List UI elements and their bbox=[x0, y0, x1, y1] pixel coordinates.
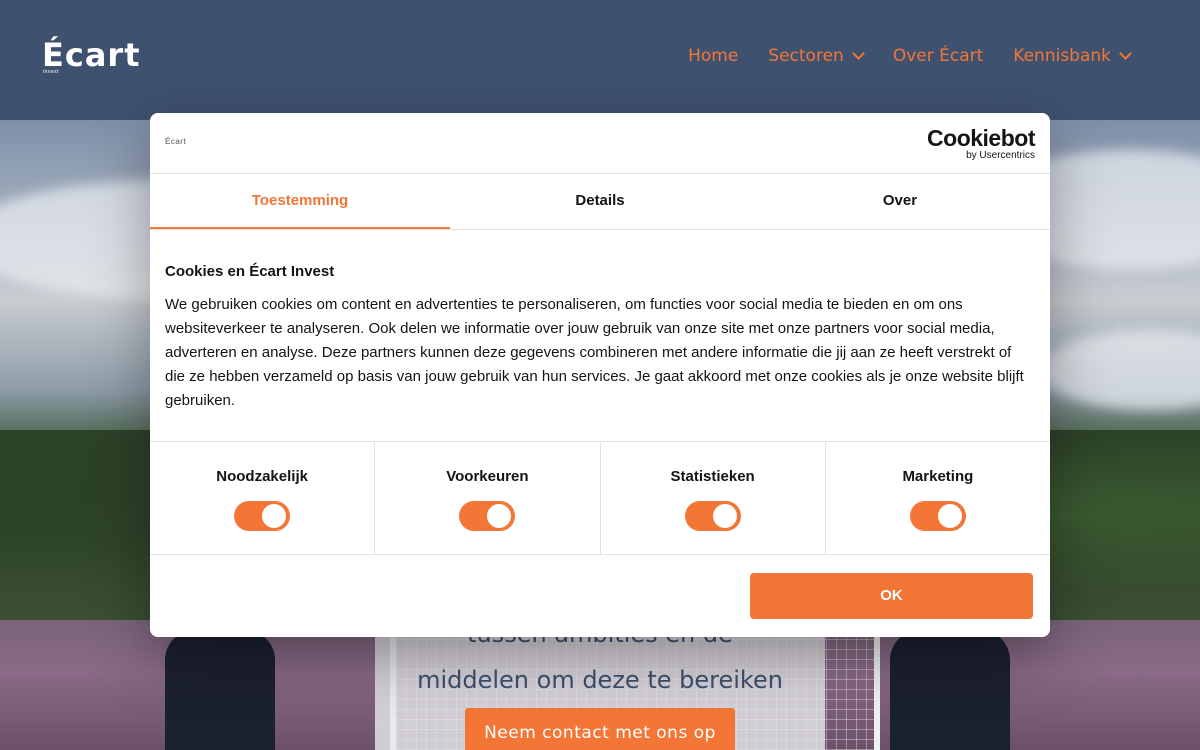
toggle-label: Noodzakelijk bbox=[216, 468, 308, 485]
site-header: Écart invest Home Sectoren Over Écart Ke… bbox=[0, 0, 1200, 120]
toggle-noodzakelijk[interactable] bbox=[234, 501, 291, 531]
dialog-brand-logo: Écart bbox=[165, 137, 187, 146]
toggle-knob bbox=[937, 504, 962, 528]
toggle-group-voorkeuren: Voorkeuren bbox=[375, 442, 601, 554]
toggle-knob bbox=[262, 504, 287, 528]
nav-sectoren[interactable]: Sectoren bbox=[768, 46, 865, 66]
main-nav: Home Sectoren Over Écart Kennisbank bbox=[688, 46, 1132, 66]
cookiebot-sub: by Usercentrics bbox=[966, 150, 1035, 161]
consent-toggles: Noodzakelijk Voorkeuren Statistieken Mar… bbox=[150, 441, 1050, 555]
dialog-title: Cookies en Écart Invest bbox=[165, 263, 335, 280]
hero-text-line-2: middelen om deze te bereiken bbox=[417, 666, 783, 694]
tab-details[interactable]: Details bbox=[450, 174, 750, 229]
toggle-statistieken[interactable] bbox=[684, 501, 741, 531]
toggle-knob bbox=[487, 504, 512, 528]
toggle-label: Marketing bbox=[902, 468, 974, 485]
nav-sectoren-label: Sectoren bbox=[768, 46, 844, 66]
nav-over-ecart[interactable]: Over Écart bbox=[893, 46, 983, 66]
cookiebot-name: Cookiebot bbox=[927, 125, 1035, 151]
cloud bbox=[1040, 330, 1200, 410]
toggle-group-noodzakelijk: Noodzakelijk bbox=[150, 442, 376, 554]
nav-kennisbank[interactable]: Kennisbank bbox=[1013, 46, 1132, 66]
cookie-dialog: Écart Cookiebot by Usercentrics Toestemm… bbox=[150, 113, 1050, 637]
dialog-header: Écart Cookiebot by Usercentrics bbox=[150, 113, 1050, 174]
toggle-knob bbox=[712, 504, 737, 528]
toggle-voorkeuren[interactable] bbox=[459, 501, 516, 531]
toggle-label: Voorkeuren bbox=[446, 468, 529, 485]
toggle-label: Statistieken bbox=[670, 468, 755, 485]
toggle-group-marketing: Marketing bbox=[826, 442, 1050, 554]
toggle-group-statistieken: Statistieken bbox=[601, 442, 826, 554]
chevron-down-icon bbox=[851, 47, 865, 60]
logo-subtitle: invest bbox=[43, 69, 60, 75]
contact-button[interactable]: Neem contact met ons op bbox=[465, 708, 735, 750]
cookiebot-logo[interactable]: Cookiebot by Usercentrics bbox=[927, 126, 1035, 161]
chevron-down-icon bbox=[1119, 47, 1132, 60]
person-right bbox=[890, 630, 1010, 750]
nav-over-ecart-label: Over Écart bbox=[892, 46, 984, 66]
toggle-marketing[interactable] bbox=[909, 501, 966, 531]
nav-home[interactable]: Home bbox=[688, 46, 738, 66]
nav-home-label: Home bbox=[688, 46, 739, 66]
nav-kennisbank-label: Kennisbank bbox=[1013, 46, 1111, 66]
dialog-body-text: We gebruiken cookies om content en adver… bbox=[165, 296, 1024, 409]
ok-button[interactable]: OK bbox=[750, 573, 1033, 619]
dialog-tabs: Toestemming Details Over bbox=[150, 174, 1050, 230]
tab-toestemming[interactable]: Toestemming bbox=[150, 174, 450, 229]
person-left bbox=[165, 630, 275, 750]
tab-over[interactable]: Over bbox=[750, 174, 1050, 229]
